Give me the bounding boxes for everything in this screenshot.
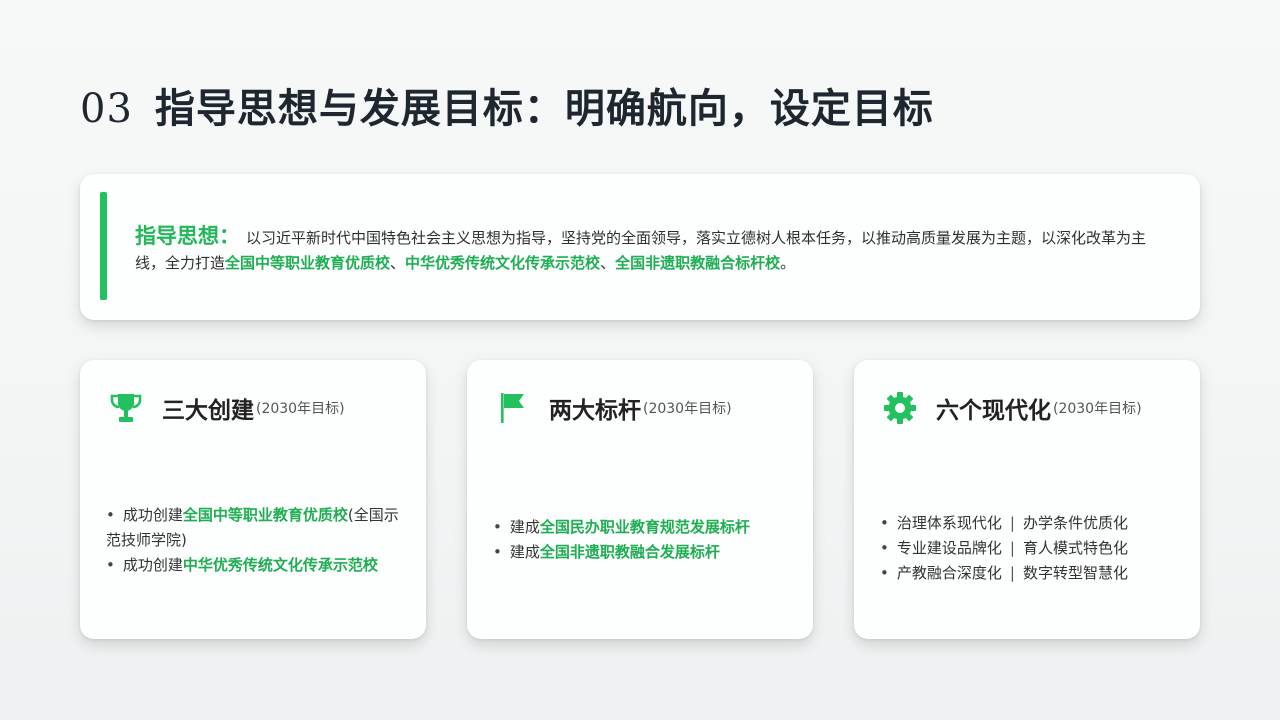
card-subtitle: (2030年目标) — [1053, 401, 1142, 417]
accent-bar — [100, 192, 107, 300]
item-text: 专业建设品牌化 — [896, 539, 1002, 557]
item-highlight: 全国民办职业教育规范发展标杆 — [539, 518, 750, 536]
gear-icon — [882, 390, 918, 426]
section-number: 03 — [80, 86, 133, 132]
guide-separator: 、 — [390, 254, 406, 272]
card-subtitle: (2030年目标) — [256, 401, 345, 417]
item-text: 产教融合深度化 — [896, 564, 1002, 582]
guide-highlight: 中华优秀传统文化传承示范校 — [405, 254, 601, 272]
guiding-ideology-card: 指导思想： 以习近平新时代中国特色社会主义思想为指导，坚持党的全面领导，落实立德树… — [80, 174, 1200, 320]
list-item: 专业建设品牌化 | 育人模式特色化 — [880, 536, 1190, 561]
item-highlight: 中华优秀传统文化传承示范校 — [182, 556, 378, 574]
guiding-ideology-text: 指导思想： 以习近平新时代中国特色社会主义思想为指导，坚持党的全面领导，落实立德树… — [135, 224, 1175, 276]
list-item: 成功创建全国中等职业教育优质校(全国示范技师学院) — [106, 503, 406, 553]
item-text: 育人模式特色化 — [1022, 539, 1128, 557]
item-prefix: 建成 — [509, 543, 540, 561]
trophy-icon — [108, 390, 144, 426]
title-text: 指导思想与发展目标：明确航向，设定目标 — [154, 85, 934, 132]
item-highlight: 全国非遗职教融合发展标杆 — [539, 543, 720, 561]
item-prefix: 成功创建 — [122, 556, 183, 574]
guide-highlight: 全国中等职业教育优质校 — [225, 254, 391, 272]
list-item: 产教融合深度化 | 数字转型智慧化 — [880, 561, 1190, 586]
item-prefix: 成功创建 — [122, 506, 183, 524]
guide-end: 。 — [780, 254, 796, 272]
card-title: 两大标杆 — [549, 398, 641, 424]
item-prefix: 建成 — [509, 518, 540, 536]
item-separator: | — [1009, 539, 1015, 557]
item-text: 治理体系现代化 — [896, 514, 1002, 532]
guiding-ideology-label: 指导思想： — [135, 224, 240, 248]
goal-list: 治理体系现代化 | 办学条件优质化 专业建设品牌化 | 育人模式特色化 产教融合深度化 |… — [880, 511, 1190, 586]
goal-card-six-modernizations: 六个现代化(2030年目标) 治理体系现代化 | 办学条件优质化 专业建设品牌化 | 育… — [854, 360, 1200, 639]
card-header: 三大创建 (2030年目标) — [108, 390, 345, 426]
item-highlight: 全国中等职业教育优质校 — [182, 506, 348, 524]
card-title: 三大创建 — [162, 398, 254, 424]
list-item: 成功创建中华优秀传统文化传承示范校 — [106, 553, 406, 578]
goal-list: 建成全国民办职业教育规范发展标杆 建成全国非遗职教融合发展标杆 — [493, 515, 793, 565]
flag-icon — [495, 390, 531, 426]
guide-highlight: 全国非遗职教融合标杆校 — [615, 254, 781, 272]
list-item: 建成全国民办职业教育规范发展标杆 — [493, 515, 793, 540]
item-separator: | — [1009, 564, 1015, 582]
card-header: 六个现代化 (2030年目标) — [882, 390, 1142, 426]
card-header: 两大标杆 (2030年目标) — [495, 390, 732, 426]
goal-list: 成功创建全国中等职业教育优质校(全国示范技师学院) 成功创建中华优秀传统文化传承… — [106, 503, 406, 578]
item-text: 数字转型智慧化 — [1022, 564, 1128, 582]
item-separator: | — [1009, 514, 1015, 532]
list-item: 建成全国非遗职教融合发展标杆 — [493, 540, 793, 565]
list-item: 治理体系现代化 | 办学条件优质化 — [880, 511, 1190, 536]
guide-separator: 、 — [600, 254, 616, 272]
goal-card-three-creations: 三大创建(2030年目标) 成功创建全国中等职业教育优质校(全国示范技师学院) … — [80, 360, 426, 639]
goal-card-two-benchmarks: 两大标杆(2030年目标) 建成全国民办职业教育规范发展标杆 建成全国非遗职教融… — [467, 360, 813, 639]
card-title: 六个现代化 — [936, 398, 1051, 424]
card-subtitle: (2030年目标) — [643, 401, 732, 417]
item-text: 办学条件优质化 — [1022, 514, 1128, 532]
page-title: 03 指导思想与发展目标：明确航向，设定目标 — [80, 76, 934, 134]
